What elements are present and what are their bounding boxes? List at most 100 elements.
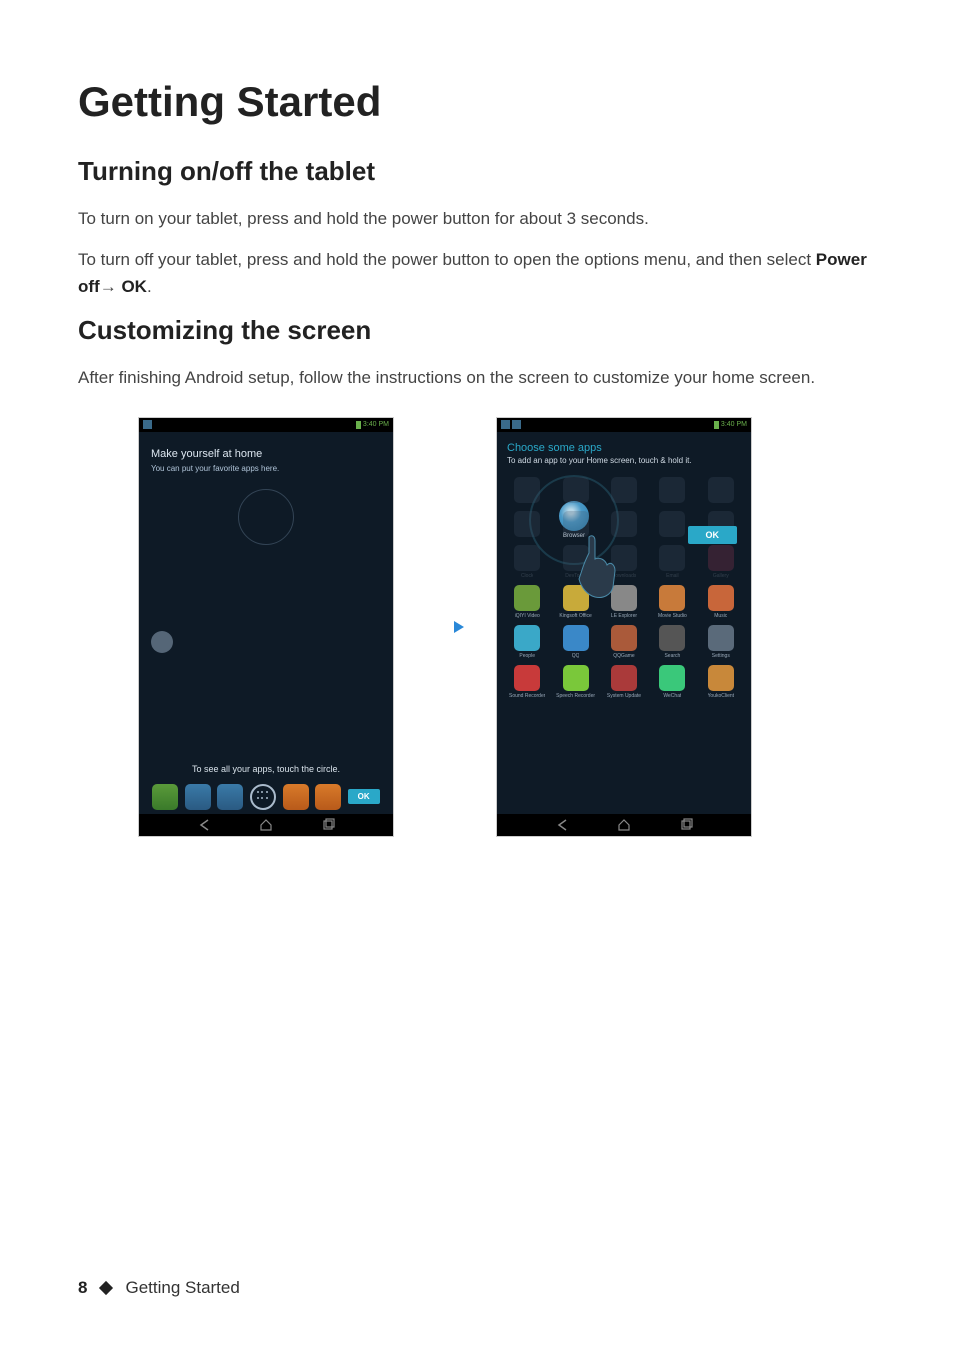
app-icon bbox=[514, 511, 540, 537]
dock-app-icon bbox=[217, 784, 243, 810]
app-icon bbox=[708, 625, 734, 651]
app-cell: QQ bbox=[553, 625, 597, 659]
dock-row: OK bbox=[139, 784, 393, 810]
page-footer: 8 Getting Started bbox=[78, 1278, 240, 1298]
screenshot-home-tutorial: 3:40 PM Make yourself at home You can pu… bbox=[138, 417, 394, 837]
app-cell: Music bbox=[699, 585, 743, 619]
status-right: 3:40 PM bbox=[714, 421, 747, 429]
app-label: YoukoClient bbox=[708, 693, 735, 699]
apps-drawer-icon bbox=[250, 784, 276, 810]
app-cell: Clock bbox=[505, 545, 549, 579]
app-label: Kingsoft Office bbox=[559, 613, 591, 619]
tutorial-ring-icon bbox=[238, 489, 294, 545]
status-notification-icon bbox=[501, 420, 510, 429]
para-turn-off: To turn off your tablet, press and hold … bbox=[78, 246, 876, 300]
app-cell: Speech Recorder bbox=[553, 665, 597, 699]
app-cell: QQGame bbox=[602, 625, 646, 659]
app-label: Search bbox=[664, 653, 680, 659]
app-cell: System Update bbox=[602, 665, 646, 699]
dock-app-icon bbox=[283, 784, 309, 810]
app-label: iQIYI Video bbox=[515, 613, 540, 619]
app-icon bbox=[563, 665, 589, 691]
app-icon bbox=[514, 477, 540, 503]
dock-app-icon bbox=[315, 784, 341, 810]
app-icon bbox=[708, 585, 734, 611]
app-cell bbox=[602, 477, 646, 505]
app-icon bbox=[611, 625, 637, 651]
para-turn-off-pre: To turn off your tablet, press and hold … bbox=[78, 250, 816, 269]
footer-diamond-icon bbox=[99, 1281, 113, 1295]
dock-app-icon bbox=[185, 784, 211, 810]
home-tutorial-subtitle: You can put your favorite apps here. bbox=[151, 464, 381, 473]
para-customize: After finishing Android setup, follow th… bbox=[78, 364, 876, 391]
choose-apps-title: Choose some apps bbox=[507, 442, 741, 454]
status-bar: 3:40 PM bbox=[497, 418, 751, 432]
finger-touch-icon bbox=[569, 531, 619, 601]
back-icon bbox=[197, 818, 211, 832]
app-icon bbox=[659, 545, 685, 571]
para-turn-off-post: . bbox=[147, 277, 152, 296]
app-grid: Browser ClockDevToolsDownloadsEmailGalle… bbox=[497, 469, 751, 707]
app-icon bbox=[659, 665, 685, 691]
app-icon bbox=[563, 477, 589, 503]
nav-bar bbox=[139, 814, 393, 836]
footer-section-title: Getting Started bbox=[125, 1278, 239, 1298]
dock-app-icon bbox=[152, 784, 178, 810]
arrow-text: → bbox=[100, 277, 122, 296]
app-cell: Search bbox=[650, 625, 694, 659]
app-icon bbox=[659, 625, 685, 651]
back-icon bbox=[555, 818, 569, 832]
app-label: Speech Recorder bbox=[556, 693, 595, 699]
app-icon bbox=[708, 665, 734, 691]
para-turn-on: To turn on your tablet, press and hold t… bbox=[78, 205, 876, 232]
home-tutorial-header: Make yourself at home You can put your f… bbox=[139, 432, 393, 481]
arrow-right-icon bbox=[424, 617, 466, 637]
app-cell: People bbox=[505, 625, 549, 659]
app-icon bbox=[611, 665, 637, 691]
app-icon bbox=[708, 477, 734, 503]
status-time: 3:40 PM bbox=[721, 421, 747, 428]
app-label: Email bbox=[666, 573, 679, 579]
app-folder-icon bbox=[151, 631, 173, 653]
app-cell: Sound Recorder bbox=[505, 665, 549, 699]
recent-apps-icon bbox=[679, 818, 693, 832]
app-icon bbox=[659, 585, 685, 611]
ok-button: OK bbox=[348, 789, 380, 804]
app-icon bbox=[708, 545, 734, 571]
app-icon bbox=[611, 477, 637, 503]
ok-button: OK bbox=[688, 526, 738, 544]
app-cell: iQIYI Video bbox=[505, 585, 549, 619]
app-icon bbox=[514, 625, 540, 651]
home-icon bbox=[259, 818, 273, 832]
app-icon bbox=[514, 585, 540, 611]
app-icon bbox=[659, 511, 685, 537]
app-label: People bbox=[519, 653, 535, 659]
bottom-caption: To see all your apps, touch the circle. bbox=[139, 764, 393, 774]
app-label: Gallery bbox=[713, 573, 729, 579]
app-cell: Gallery bbox=[699, 545, 743, 579]
footer-page-number: 8 bbox=[78, 1278, 87, 1298]
app-label: WeChat bbox=[663, 693, 681, 699]
app-cell bbox=[505, 477, 549, 505]
status-time: 3:40 PM bbox=[363, 421, 389, 428]
app-cell: Movie Studio bbox=[650, 585, 694, 619]
choose-apps-subtitle: To add an app to your Home screen, touch… bbox=[507, 456, 741, 465]
app-icon bbox=[563, 625, 589, 651]
app-icon bbox=[659, 477, 685, 503]
recent-apps-icon bbox=[321, 818, 335, 832]
app-label: QQGame bbox=[613, 653, 634, 659]
app-cell bbox=[505, 511, 549, 539]
app-label: LE Explorer bbox=[611, 613, 637, 619]
app-cell bbox=[650, 477, 694, 505]
app-cell: Email bbox=[650, 545, 694, 579]
app-label: Settings bbox=[712, 653, 730, 659]
home-icon bbox=[617, 818, 631, 832]
battery-icon bbox=[356, 421, 361, 429]
app-cell bbox=[699, 477, 743, 505]
nav-bar bbox=[497, 814, 751, 836]
app-label: Sound Recorder bbox=[509, 693, 545, 699]
page-title: Getting Started bbox=[78, 78, 876, 126]
app-label: Clock bbox=[521, 573, 534, 579]
app-label: System Update bbox=[607, 693, 641, 699]
section-heading-power: Turning on/off the tablet bbox=[78, 156, 876, 187]
